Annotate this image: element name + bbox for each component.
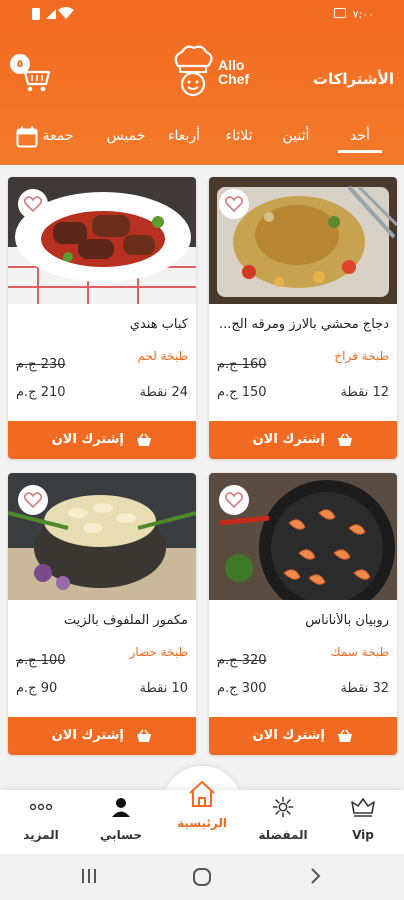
favorite-button[interactable] bbox=[18, 485, 48, 515]
meal-category: طبخة خضار bbox=[129, 645, 188, 659]
tab-friday[interactable]: جمعة bbox=[38, 128, 78, 144]
meal-card[interactable]: مكمور الملفوف بالزيت طبخة خضار 100 ج.م 1… bbox=[8, 473, 196, 755]
subscribe-button[interactable]: إشترك الان bbox=[209, 717, 397, 755]
app-header: ٧:٠٠ ٥ Allo Chef الأشتراكات أحد أثنين ثل… bbox=[0, 0, 404, 165]
meal-card[interactable]: روبيان بالأناناس طبخة سمك 320 ج.م 32 نقط… bbox=[209, 473, 397, 755]
crown-icon bbox=[351, 798, 375, 817]
meal-price: 210 ج.م bbox=[16, 385, 66, 400]
home-system-icon[interactable] bbox=[192, 867, 212, 887]
meal-category: طبخة لحم bbox=[137, 349, 188, 363]
meal-category: طبخة سمك bbox=[330, 645, 389, 659]
chef-hat-icon bbox=[174, 45, 213, 97]
meal-points: 10 نقطة bbox=[139, 681, 188, 696]
meal-card[interactable]: كباب هندي طبخة لحم 230 ج.م 24 نقطة 210 ج… bbox=[8, 177, 196, 459]
nav-favorites-label: المفضلة bbox=[258, 828, 308, 842]
logo-text-chef: Chef bbox=[218, 71, 250, 87]
meal-price: 150 ج.م bbox=[217, 385, 267, 400]
favorites-star-icon bbox=[272, 796, 294, 818]
nav-home-label: الرئيسية bbox=[177, 816, 227, 830]
meal-name: كباب هندي bbox=[129, 317, 188, 332]
nav-favorites[interactable]: المفضلة bbox=[248, 796, 318, 842]
nav-more-label: المزيد bbox=[23, 828, 59, 842]
basket-icon bbox=[338, 433, 353, 446]
heart-icon bbox=[24, 196, 42, 212]
meal-price: 300 ج.م bbox=[217, 681, 267, 696]
subscribe-label: إشترك الان bbox=[252, 432, 325, 447]
meal-name: روبيان بالأناناس bbox=[305, 613, 389, 628]
tab-thursday[interactable]: خميس bbox=[104, 128, 148, 144]
heart-icon bbox=[24, 492, 42, 508]
nav-account[interactable]: حسابي bbox=[86, 796, 156, 842]
tab-sunday[interactable]: أحد bbox=[338, 128, 382, 153]
subscribe-button[interactable]: إشترك الان bbox=[8, 421, 196, 459]
basket-icon bbox=[137, 433, 152, 446]
favorite-button[interactable] bbox=[219, 485, 249, 515]
meal-category: طبخة فراخ bbox=[334, 349, 389, 363]
favorite-button[interactable] bbox=[219, 189, 249, 219]
tab-tuesday[interactable]: ثلاثاء bbox=[214, 128, 264, 144]
subscriptions-link[interactable]: الأشتراكات bbox=[313, 70, 394, 88]
wifi-icon bbox=[58, 7, 74, 19]
home-icon bbox=[189, 781, 215, 807]
day-tabs: أحد أثنين ثلاثاء أربعاء خميس جمعة bbox=[0, 118, 404, 162]
meal-card[interactable]: دجاج محشي بالارز ومرقه الج... طبخة فراخ … bbox=[209, 177, 397, 459]
battery-icon bbox=[32, 8, 40, 20]
subscribe-label: إشترك الان bbox=[51, 432, 124, 447]
allo-chef-logo: Allo Chef bbox=[170, 44, 255, 104]
nav-home[interactable]: الرئيسية bbox=[162, 780, 242, 830]
cart-count-badge: ٥ bbox=[10, 54, 30, 74]
gallery-icon bbox=[334, 8, 346, 18]
subscribe-button[interactable]: إشترك الان bbox=[209, 421, 397, 459]
heart-icon bbox=[225, 492, 243, 508]
basket-icon bbox=[338, 729, 353, 742]
meal-points: 12 نقطة bbox=[340, 385, 389, 400]
basket-icon bbox=[137, 729, 152, 742]
subscribe-label: إشترك الان bbox=[51, 728, 124, 743]
nav-account-label: حسابي bbox=[99, 828, 142, 842]
subscribe-button[interactable]: إشترك الان bbox=[8, 717, 196, 755]
nav-more[interactable]: المزيد bbox=[6, 796, 76, 842]
tab-wednesday[interactable]: أربعاء bbox=[162, 128, 206, 144]
old-price: 230 ج.م bbox=[16, 357, 66, 372]
meals-grid: دجاج محشي بالارز ومرقه الج... طبخة فراخ … bbox=[0, 165, 404, 795]
back-chevron-icon[interactable] bbox=[308, 867, 322, 885]
meal-points: 32 نقطة bbox=[340, 681, 389, 696]
calendar-icon[interactable] bbox=[16, 126, 38, 148]
system-nav-bar bbox=[0, 854, 404, 900]
more-dots-icon bbox=[29, 803, 53, 811]
meal-name: دجاج محشي بالارز ومرقه الج... bbox=[218, 317, 389, 332]
nav-vip-label: Vip bbox=[352, 828, 374, 842]
recent-apps-icon[interactable] bbox=[80, 867, 98, 885]
tab-monday[interactable]: أثنين bbox=[274, 128, 318, 144]
favorite-button[interactable] bbox=[18, 189, 48, 219]
logo-text-allo: Allo bbox=[218, 57, 245, 73]
old-price: 320 ج.م bbox=[217, 653, 267, 668]
cart-button[interactable]: ٥ bbox=[8, 54, 52, 94]
status-bar: ٧:٠٠ bbox=[0, 0, 404, 30]
old-price: 160 ج.م bbox=[217, 357, 267, 372]
meal-points: 24 نقطة bbox=[139, 385, 188, 400]
meal-name: مكمور الملفوف بالزيت bbox=[63, 613, 188, 628]
subscribe-label: إشترك الان bbox=[252, 728, 325, 743]
signal-icon bbox=[46, 9, 56, 19]
old-price: 100 ج.م bbox=[16, 653, 66, 668]
heart-icon bbox=[225, 196, 243, 212]
status-time: ٧:٠٠ bbox=[352, 8, 374, 21]
user-icon bbox=[112, 798, 130, 817]
meal-price: 90 ج.م bbox=[16, 681, 58, 696]
nav-vip[interactable]: Vip bbox=[328, 796, 398, 842]
